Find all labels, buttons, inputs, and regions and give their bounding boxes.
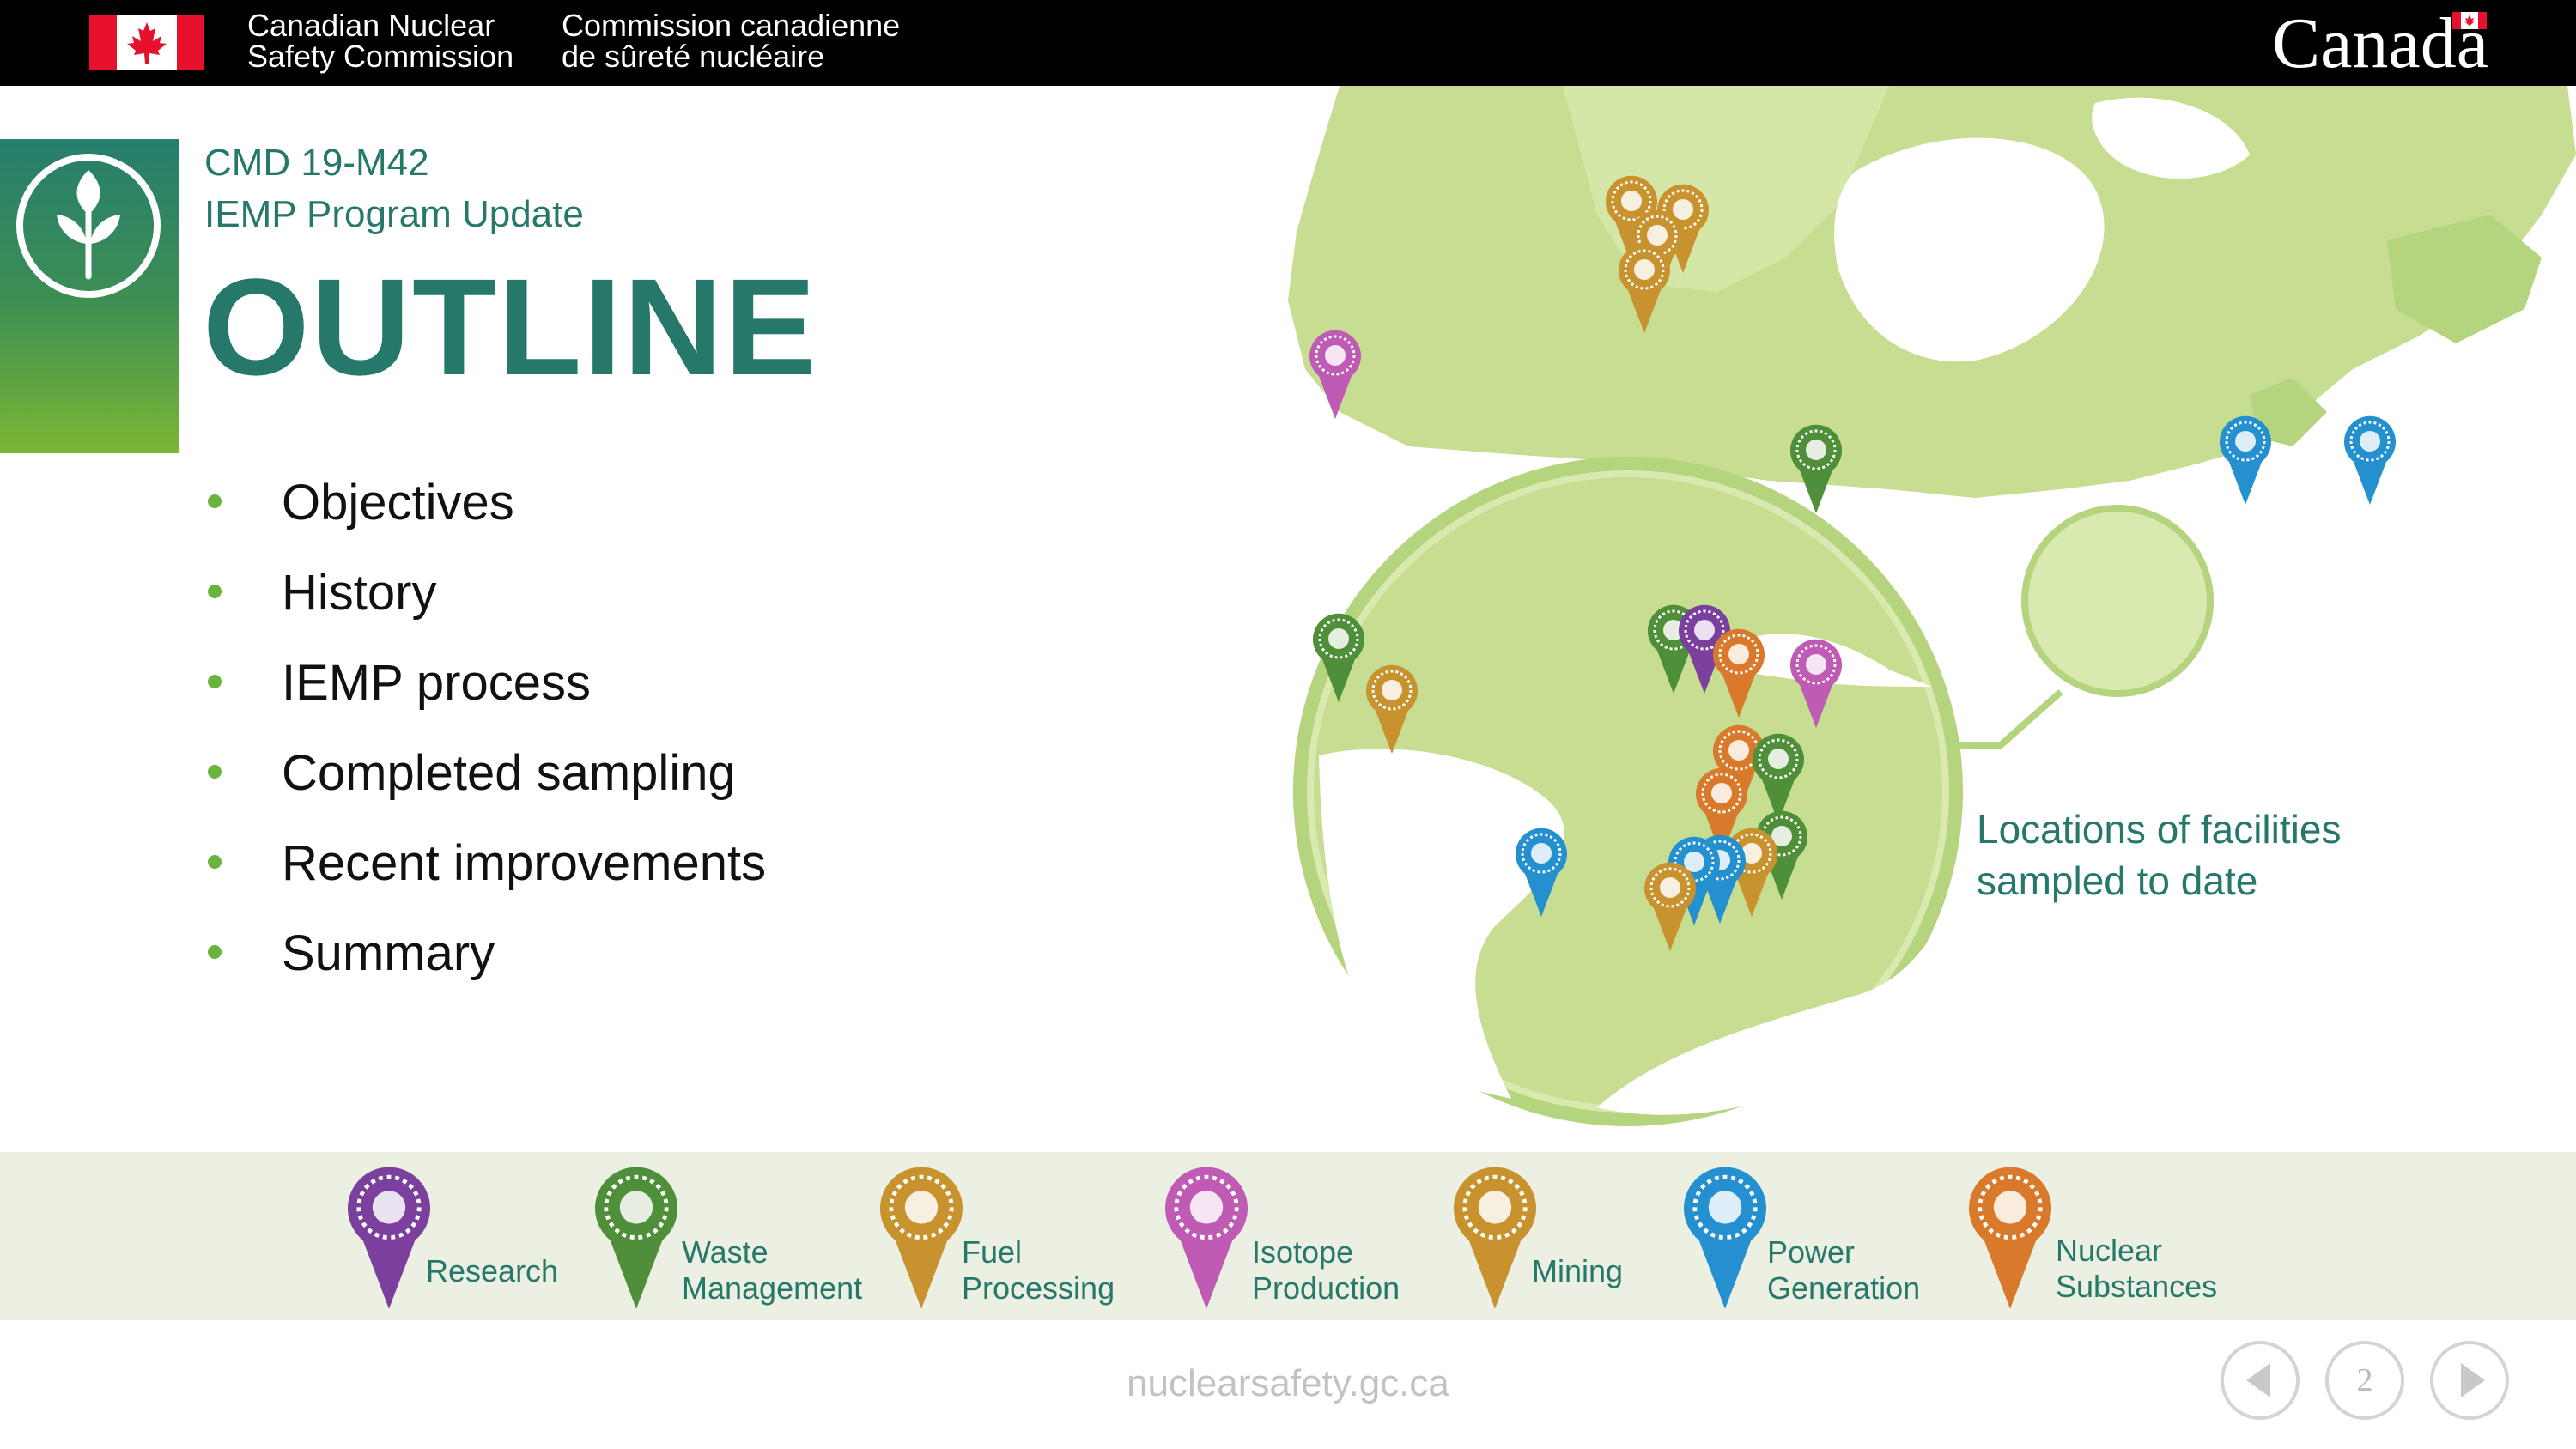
department-name-french: Commission canadienne de sûreté nucléair… [562, 10, 900, 72]
dept-fr-line1: Commission canadienne [562, 8, 901, 43]
bullet-dot-icon [208, 765, 222, 779]
outline-list: Objectives History IEMP process Complete… [204, 469, 766, 1009]
facility-location-map [1288, 86, 2576, 1126]
triangle-left-icon [2246, 1363, 2270, 1397]
caduceus-icon [1157, 1161, 1255, 1312]
map-caption-line2: sampled to date [1977, 858, 2258, 903]
legend-label-line1: Power [1767, 1234, 1856, 1270]
slide-title: OUTLINE [203, 250, 818, 403]
dept-en-line1: Canadian Nuclear [247, 8, 495, 43]
triangle-right-icon [2461, 1363, 2485, 1397]
outline-item: History [204, 559, 766, 649]
bullet-dot-icon [208, 585, 222, 598]
page-number: 2 [2325, 1341, 2404, 1420]
legend-label-line2: Production [1252, 1270, 1400, 1306]
power-pin-icon [2218, 415, 2273, 506]
legend-label-line1: Fuel [962, 1234, 1023, 1270]
legend-label-line2: Management [682, 1270, 863, 1306]
legend-label-line1: Mining [1532, 1253, 1624, 1288]
canada-flag-icon [89, 15, 204, 70]
outline-item-label: Summary [282, 925, 495, 981]
outline-item-label: Objectives [282, 475, 514, 530]
map-caption: Locations of facilities sampled to date [1977, 803, 2341, 906]
government-banner: Canadian Nuclear Safety Commission Commi… [0, 0, 2576, 86]
department-name-english: Canadian Nuclear Safety Commission [247, 10, 513, 72]
sprout-logo-icon [16, 154, 161, 298]
legend-label-line2: Generation [1767, 1270, 1921, 1306]
map-caption-line1: Locations of facilities [1977, 807, 2342, 852]
map-zoom-source-circle [2021, 505, 2214, 697]
slide-subtitle: IEMP Program Update [204, 193, 584, 235]
legend-label-line2: Substances [2056, 1269, 2218, 1304]
bullet-dot-icon [208, 945, 222, 959]
bullet-dot-icon [208, 855, 222, 869]
power-pin-icon [2342, 415, 2397, 506]
bullet-dot-icon [208, 675, 222, 688]
cmd-number: CMD 19-M42 [204, 142, 429, 184]
facility-legend: Research Waste Management Fuel Processin… [0, 1152, 2576, 1320]
outline-item: Summary [204, 919, 766, 1009]
outline-item-label: Recent improvements [282, 835, 767, 891]
wordmark-flag-icon [2452, 12, 2487, 29]
waste-container-icon [587, 1161, 685, 1312]
logo-tile [0, 139, 179, 453]
legend-label-line1: Nuclear [2056, 1233, 2163, 1268]
legend-label-line1: Isotope [1252, 1234, 1354, 1270]
next-slide-button[interactable] [2430, 1341, 2509, 1420]
dept-en-line2: Safety Commission [247, 39, 514, 74]
outline-item: Objectives [204, 469, 766, 559]
gauge-device-icon [1961, 1161, 2059, 1312]
mine-cart-icon [1446, 1161, 1544, 1312]
legend-label-line1: Research [426, 1253, 559, 1288]
outline-item: IEMP process [204, 649, 766, 739]
outline-item: Completed sampling [204, 739, 766, 829]
previous-slide-button[interactable] [2221, 1341, 2300, 1420]
outline-item: Recent improvements [204, 829, 766, 919]
lightning-icon [1676, 1161, 1774, 1312]
fuel-bundle-icon [872, 1161, 970, 1312]
outline-item-label: History [282, 565, 437, 621]
dept-fr-line2: de sûreté nucléaire [562, 39, 825, 74]
microscope-icon [340, 1161, 438, 1312]
legend-label-line1: Waste [682, 1234, 769, 1270]
outline-item-label: Completed sampling [282, 745, 736, 801]
website-url: nuclearsafety.gc.ca [1127, 1362, 1449, 1404]
outline-item-label: IEMP process [282, 655, 591, 711]
map-zoom-circle [1293, 457, 1963, 1126]
bullet-dot-icon [208, 494, 222, 508]
legend-label-line2: Processing [962, 1270, 1115, 1306]
